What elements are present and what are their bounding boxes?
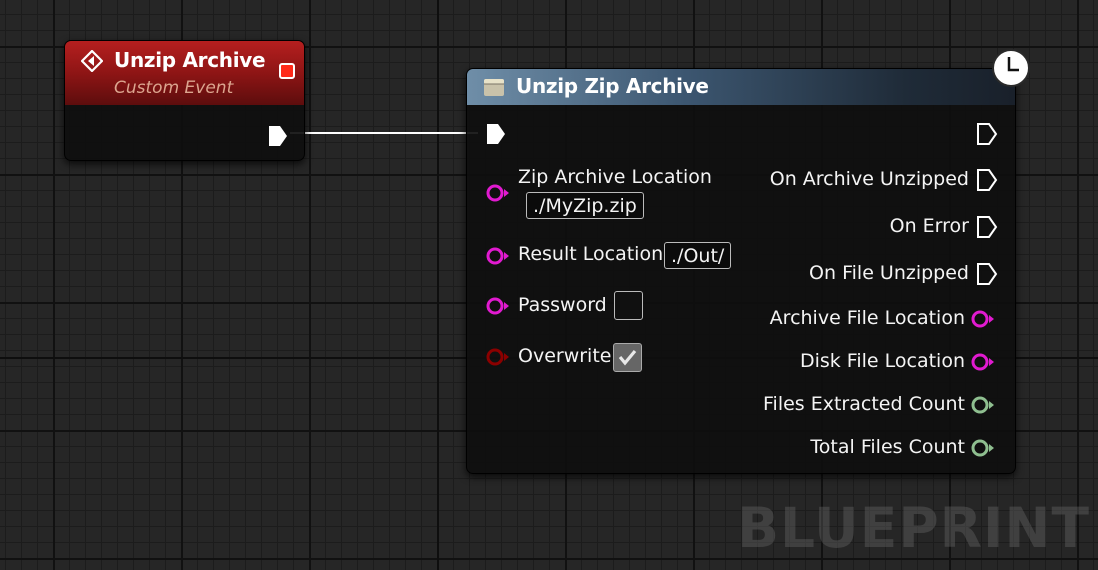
result-location-input[interactable]: ./Out/ <box>664 242 732 269</box>
on-error-label: On Error <box>889 215 969 237</box>
on-file-unzipped-label: On File Unzipped <box>809 262 969 284</box>
exec-out-pin[interactable] <box>267 125 289 147</box>
overwrite-checkbox[interactable] <box>613 343 642 372</box>
delegate-pin[interactable] <box>279 63 295 79</box>
on-file-unzipped-pin[interactable] <box>976 263 998 285</box>
result-location-label: Result Location <box>518 243 664 265</box>
password-pin[interactable] <box>485 296 511 316</box>
clock-icon <box>992 49 1030 87</box>
function-box-icon <box>484 79 504 96</box>
disk-file-location-pin[interactable] <box>970 352 996 372</box>
function-node-header[interactable]: Unzip Zip Archive <box>467 69 1015 105</box>
exec-then-pin[interactable] <box>976 123 998 145</box>
password-checkbox[interactable] <box>614 291 643 320</box>
overwrite-label: Overwrite <box>518 345 612 367</box>
on-archive-unzipped-label: On Archive Unzipped <box>769 168 969 190</box>
password-label: Password <box>518 294 607 316</box>
archive-file-location-label: Archive File Location <box>769 307 965 329</box>
event-node-header[interactable]: Unzip Archive Custom Event <box>65 41 304 105</box>
exec-in-pin[interactable] <box>485 123 507 145</box>
zip-archive-location-input[interactable]: ./MyZip.zip <box>526 192 644 219</box>
zip-archive-location-label: Zip Archive Location <box>518 166 712 188</box>
files-extracted-count-label: Files Extracted Count <box>763 393 965 415</box>
custom-event-node[interactable]: Unzip Archive Custom Event <box>64 40 305 161</box>
event-diamond-icon <box>81 50 103 72</box>
unzip-zip-archive-node[interactable]: Unzip Zip Archive Zip Archive Location .… <box>466 68 1016 474</box>
zip-archive-location-pin[interactable] <box>485 183 511 203</box>
checkmark-icon <box>618 349 637 366</box>
disk-file-location-label: Disk File Location <box>799 350 965 372</box>
on-archive-unzipped-pin[interactable] <box>976 169 998 191</box>
files-extracted-count-pin[interactable] <box>970 395 996 415</box>
overwrite-pin[interactable] <box>485 347 511 367</box>
result-location-pin[interactable] <box>485 246 511 266</box>
archive-file-location-pin[interactable] <box>970 309 996 329</box>
total-files-count-pin[interactable] <box>970 438 996 458</box>
blueprint-watermark: BLUEPRINT <box>737 496 1090 560</box>
total-files-count-label: Total Files Count <box>810 436 965 458</box>
event-node-subtitle: Custom Event <box>114 78 234 98</box>
function-node-title: Unzip Zip Archive <box>516 74 709 98</box>
event-node-title: Unzip Archive <box>114 48 266 72</box>
on-error-pin[interactable] <box>976 216 998 238</box>
